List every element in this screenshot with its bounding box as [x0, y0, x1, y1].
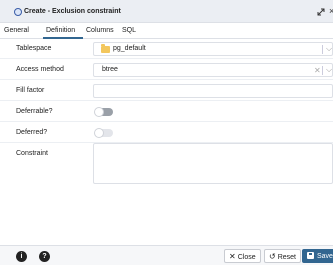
- save-button[interactable]: Save: [302, 249, 333, 263]
- reset-icon: ↺: [269, 252, 276, 261]
- tablespace-select[interactable]: pg_default ⌵: [93, 42, 333, 56]
- clear-icon[interactable]: ✕: [314, 66, 321, 75]
- deferrable-label: Deferrable?: [16, 108, 53, 115]
- close-button-label: Close: [237, 254, 256, 261]
- deferrable-toggle[interactable]: [94, 107, 113, 117]
- chevron-down-icon[interactable]: ⌵: [326, 65, 332, 75]
- constraint-textarea[interactable]: [93, 143, 333, 184]
- close-icon[interactable]: ×: [329, 6, 333, 16]
- help-button[interactable]: ?: [39, 251, 50, 262]
- toggle-knob: [94, 107, 104, 117]
- tablespace-row: Tablespace pg_default ⌵: [0, 40, 333, 59]
- close-button[interactable]: ✕ Close: [224, 249, 261, 263]
- toggle-knob: [94, 128, 104, 138]
- tablespace-value: pg_default: [113, 45, 146, 52]
- access-method-value: btree: [102, 66, 118, 73]
- chevron-down-icon[interactable]: ⌵: [326, 44, 332, 54]
- dialog-footer: i ? ✕ Close ↺ Reset Save: [0, 245, 333, 265]
- folder-icon: [101, 44, 110, 53]
- deferrable-row: Deferrable?: [0, 103, 333, 122]
- close-icon: ✕: [229, 252, 236, 261]
- dialog-title: Create - Exclusion constraint: [24, 8, 121, 15]
- deferred-label: Deferred?: [16, 129, 48, 136]
- deferred-toggle[interactable]: [94, 128, 113, 138]
- constraint-icon: [14, 8, 22, 16]
- constraint-label: Constraint: [16, 150, 48, 157]
- tab-columns[interactable]: Columns: [86, 27, 114, 34]
- access-method-select[interactable]: btree ✕ ⌵: [93, 63, 333, 77]
- tab-general[interactable]: General: [4, 27, 29, 34]
- tablespace-label: Tablespace: [16, 45, 52, 52]
- tab-sql[interactable]: SQL: [122, 27, 136, 34]
- reset-button-label: Reset: [277, 254, 296, 261]
- access-method-row: Access method btree ✕ ⌵: [0, 61, 333, 80]
- deferred-row: Deferred?: [0, 124, 333, 143]
- dialog-titlebar: Create - Exclusion constraint ×: [0, 0, 333, 23]
- access-method-label: Access method: [16, 66, 64, 73]
- expand-icon[interactable]: [316, 7, 326, 17]
- save-button-label: Save: [317, 253, 333, 260]
- fill-factor-label: Fill factor: [16, 87, 45, 94]
- tab-definition[interactable]: Definition: [46, 27, 75, 34]
- select-separator: [322, 45, 323, 54]
- fill-factor-row: Fill factor: [0, 82, 333, 101]
- active-tab-indicator: [43, 37, 83, 39]
- fill-factor-input[interactable]: [93, 84, 333, 98]
- save-icon: [307, 252, 314, 259]
- info-button[interactable]: i: [16, 251, 27, 262]
- select-separator: [322, 66, 323, 75]
- reset-button[interactable]: ↺ Reset: [264, 249, 301, 263]
